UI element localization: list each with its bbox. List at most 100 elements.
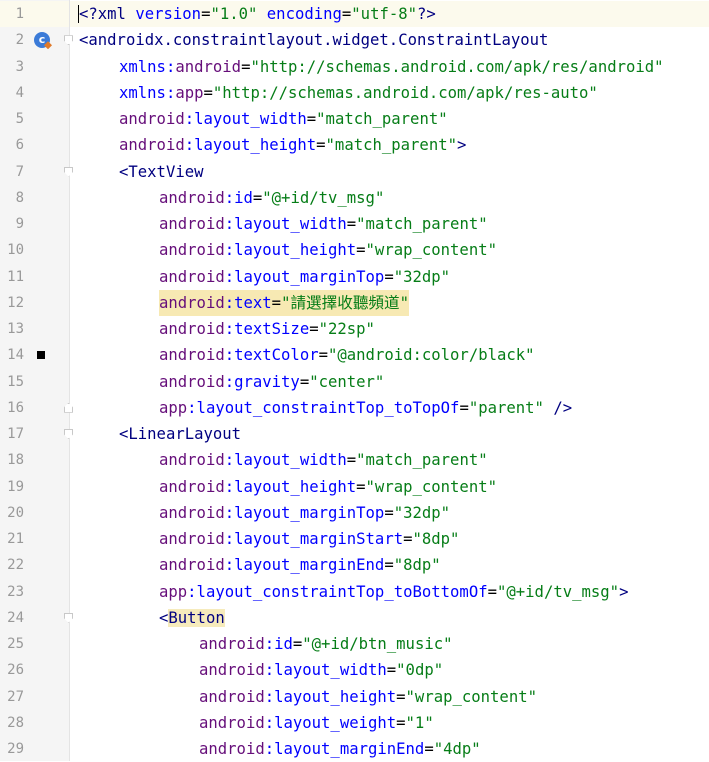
gutter-line[interactable]: 17 — [0, 421, 73, 447]
gutter-line[interactable]: 16 — [0, 395, 73, 421]
code-line[interactable]: xmlns:android="http://schemas.android.co… — [70, 54, 709, 80]
token-eq: = — [384, 556, 394, 575]
code-editor[interactable]: 1 2 c 3 4 5 6 7 8 9 10 11 12 13 14 15 16 17 18 19 20 21 22 23 24… — [0, 0, 709, 761]
token-eq: = — [292, 635, 303, 653]
token-attr: :layout_marginStart — [224, 530, 404, 548]
token-attr: xmlns: — [119, 57, 176, 76]
code-line[interactable]: xmlns:app="http://schemas.android.com/ap… — [70, 80, 709, 106]
code-line[interactable]: app:layout_constraintTop_toTopOf="parent… — [70, 395, 709, 421]
code-line[interactable]: app:layout_constraintTop_toBottomOf="@+i… — [70, 579, 709, 605]
token-eq: = — [487, 582, 497, 601]
gutter-line[interactable]: 3 — [0, 54, 69, 80]
gutter-line[interactable]: 13 — [0, 316, 69, 342]
token-attr: :layout_marginEnd — [264, 740, 425, 758]
code-line[interactable]: android:layout_marginEnd="4dp" — [70, 736, 709, 762]
code-line[interactable]: android:layout_width="0dp" — [70, 657, 709, 683]
line-number: 4 — [15, 84, 24, 101]
code-line[interactable]: android:id="@+id/tv_msg" — [70, 185, 709, 211]
token-val: "8dp" — [412, 530, 460, 548]
code-text: android:layout_weight="1" — [199, 710, 434, 736]
code-line[interactable]: android:layout_marginStart="8dp" — [70, 526, 709, 552]
token-ns: android — [159, 372, 225, 391]
code-line[interactable]: android:layout_height="match_parent"> — [70, 132, 709, 158]
code-line[interactable]: <TextView — [70, 159, 709, 185]
gutter-line[interactable]: 29 — [0, 736, 69, 762]
line-number: 16 — [7, 399, 24, 416]
gutter-line[interactable]: 6 — [0, 132, 69, 158]
gutter-line[interactable]: 27 — [0, 684, 69, 710]
code-line[interactable]: android:textSize="22sp" — [70, 316, 709, 342]
gutter-line[interactable]: 14 — [0, 342, 69, 368]
bookmark-icon[interactable] — [37, 351, 45, 360]
token-eq: = — [271, 293, 282, 312]
code-text: android:layout_marginEnd="4dp" — [199, 736, 481, 762]
class-gutter-icon[interactable]: c — [34, 32, 52, 50]
gutter-line[interactable]: 2c — [0, 27, 73, 53]
code-line[interactable]: <androidx.constraintlayout.widget.Constr… — [70, 27, 709, 53]
code-line[interactable]: android:gravity="center" — [70, 369, 709, 395]
line-number: 8 — [15, 189, 24, 206]
code-text: android:text="請選擇收聽頻道" — [159, 289, 409, 316]
code-line[interactable]: <Button — [70, 605, 709, 631]
code-line[interactable]: android:layout_height="wrap_content" — [70, 684, 709, 710]
code-area[interactable]: <?xml version="1.0" encoding="utf-8"?> <a… — [70, 0, 709, 761]
code-line[interactable]: android:layout_width="match_parent" — [70, 447, 709, 473]
gutter-line[interactable]: 20 — [0, 500, 69, 526]
code-text: android:layout_width="match_parent" — [119, 106, 448, 132]
gutter-line[interactable]: 15 — [0, 369, 69, 395]
token-tag: <?xml — [79, 5, 136, 23]
token-ns: android — [159, 320, 225, 338]
gutter-line[interactable]: 9 — [0, 211, 69, 237]
token-tag — [257, 5, 266, 23]
gutter-line[interactable]: 26 — [0, 657, 69, 683]
line-number: 7 — [15, 163, 24, 180]
gutter-line[interactable]: 21 — [0, 526, 69, 552]
gutter-line[interactable]: 10 — [0, 237, 69, 263]
token-attr: :layout_width — [224, 215, 347, 233]
gutter-line[interactable]: 11 — [0, 264, 69, 290]
code-line[interactable]: <LinearLayout — [70, 421, 709, 447]
token-eq: = — [318, 346, 328, 365]
token-val: "4dp" — [433, 740, 481, 758]
token-ns: android — [159, 346, 225, 365]
token-attr: :textSize — [224, 320, 310, 338]
token-eq: = — [356, 477, 366, 496]
code-line[interactable]: android:id="@+id/btn_music" — [70, 631, 709, 657]
code-text: <Button — [159, 605, 225, 631]
code-line[interactable]: <?xml version="1.0" encoding="utf-8"?> — [70, 1, 709, 28]
code-line[interactable]: android:layout_width="match_parent" — [70, 106, 709, 132]
token-eq: = — [306, 110, 317, 128]
gutter-line[interactable]: 4 — [0, 80, 69, 106]
gutter-line[interactable]: 5 — [0, 106, 69, 132]
token-val: "1.0" — [210, 5, 258, 23]
code-line[interactable]: android:layout_marginEnd="8dp" — [70, 552, 709, 578]
token-eq: = — [252, 188, 263, 207]
gutter-line[interactable]: 8 — [0, 185, 69, 211]
code-text: android:layout_marginTop="32dp" — [159, 500, 450, 526]
token-val: "@android:color/black" — [328, 346, 535, 365]
token-attr: :layout_height — [264, 687, 397, 706]
gutter-line[interactable]: 23 — [0, 579, 69, 605]
code-text: <androidx.constraintlayout.widget.Constr… — [79, 27, 548, 53]
gutter-line[interactable]: 1 — [0, 1, 69, 28]
gutter-line[interactable]: 12 — [0, 290, 69, 316]
code-line[interactable]: android:layout_marginTop="32dp" — [70, 264, 709, 290]
code-line[interactable]: android:layout_height="wrap_content" — [70, 474, 709, 500]
gutter-line[interactable]: 18 — [0, 447, 69, 473]
token-val: "8dp" — [393, 556, 441, 575]
gutter-line[interactable]: 28 — [0, 710, 69, 736]
code-line[interactable]: android:layout_weight="1" — [70, 710, 709, 736]
line-number-gutter[interactable]: 1 2 c 3 4 5 6 7 8 9 10 11 12 13 14 15 16 17 18 19 20 21 22 23 24… — [0, 0, 73, 762]
code-line[interactable]: android:text="請選擇收聽頻道" — [70, 289, 709, 316]
gutter-line[interactable]: 24 — [0, 605, 73, 631]
code-line[interactable]: android:layout_marginTop="32dp" — [70, 500, 709, 526]
code-line[interactable]: android:layout_height="wrap_content" — [70, 237, 709, 263]
gutter-line[interactable]: 22 — [0, 552, 69, 578]
code-line[interactable]: android:textColor="@android:color/black" — [70, 342, 709, 368]
token-val: "@+id/tv_msg" — [497, 582, 620, 601]
gutter-line[interactable]: 19 — [0, 474, 69, 500]
code-line[interactable]: android:layout_width="match_parent" — [70, 211, 709, 237]
token-eq: = — [203, 83, 213, 102]
gutter-line[interactable]: 7 — [0, 159, 73, 185]
gutter-line[interactable]: 25 — [0, 631, 69, 657]
